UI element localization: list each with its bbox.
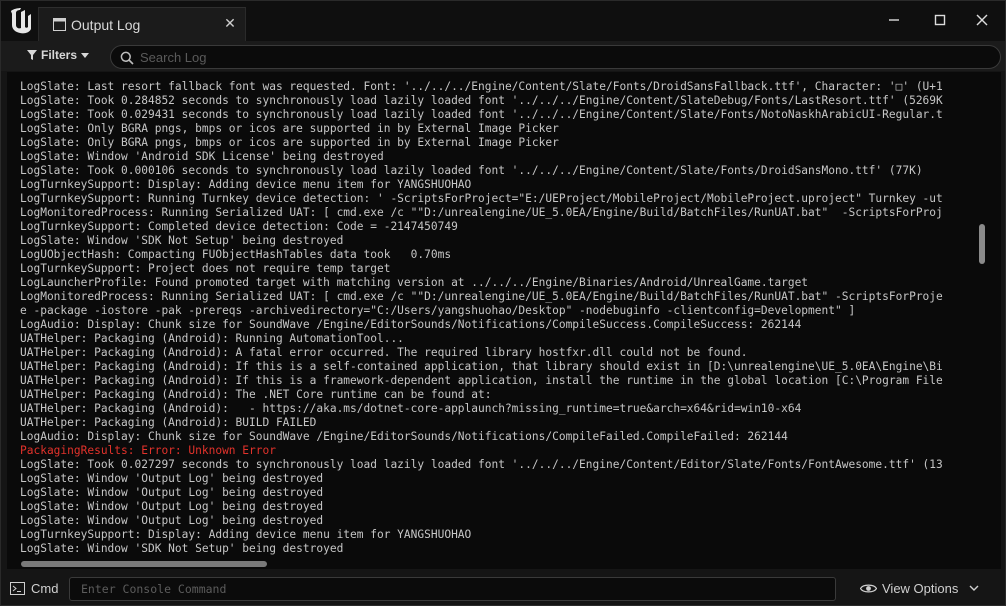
minimize-icon[interactable] [885,11,903,29]
log-line: LogTurnkeySupport: Display: Adding devic… [20,178,472,191]
log-line: UATHelper: Packaging (Android): BUILD FA… [20,416,317,429]
log-line: LogSlate: Window 'Output Log' being dest… [20,472,324,485]
chevron-down-icon [969,585,979,591]
log-line: LogTurnkeySupport: Display: Adding devic… [20,528,472,541]
filter-icon [27,50,37,60]
log-line: LogLauncherProfile: Found promoted targe… [20,276,809,289]
console-bar: Cmd View Options [1,572,1005,605]
log-line: UATHelper: Packaging (Android): The .NET… [20,388,492,401]
log-line: LogTurnkeySupport: Running Turnkey devic… [20,192,943,205]
log-line: LogSlate: Only BGRA pngs, bmps or icos a… [20,122,559,135]
log-line: LogSlate: Took 0.000106 seconds to synch… [20,164,923,177]
log-line: LogSlate: Took 0.284852 seconds to synch… [20,94,943,107]
log-line: e -package -iostore -pak -prereqs -archi… [20,304,856,317]
log-line: LogSlate: Only BGRA pngs, bmps or icos a… [20,136,559,149]
output-log-icon [53,18,66,31]
cmd-label: Cmd [31,580,59,596]
search-icon [120,51,134,65]
search-input[interactable] [140,48,980,66]
output-log-window: Output Log ✕ Filters Search Log LogSlate… [0,0,1006,606]
log-output[interactable]: LogSlate: Last resort fallback font was … [7,72,1001,569]
eye-icon [860,584,877,592]
log-line: LogSlate: Took 0.027297 seconds to synch… [20,458,943,471]
terminal-icon [10,581,25,595]
filters-label: Filters [41,48,78,62]
horizontal-scrollbar[interactable] [21,561,267,567]
log-line: LogAudio: Display: Chunk size for SoundW… [20,430,788,443]
view-options-button[interactable]: View Options [860,579,979,597]
vertical-scrollbar[interactable] [979,224,985,264]
log-line: UATHelper: Packaging (Android): A fatal … [20,346,748,359]
log-line: UATHelper: Packaging (Android): If this … [20,374,943,387]
view-options-label: View Options [882,580,959,596]
close-icon[interactable] [973,11,991,29]
log-line: LogSlate: Window 'SDK Not Setup' being d… [20,234,344,247]
log-line: LogAudio: Display: Chunk size for SoundW… [20,318,802,331]
toolbar: Filters [1,41,1005,71]
console-command-input[interactable] [81,580,821,598]
log-line: UATHelper: Packaging (Android): - https:… [20,402,802,415]
filters-button[interactable]: Filters [23,45,93,65]
tab-title: Output Log [71,17,141,33]
log-line: LogSlate: Window 'Output Log' being dest… [20,500,324,513]
log-line: UATHelper: Packaging (Android): If this … [20,360,943,373]
log-line: LogSlate: Window 'SDK Not Setup' being d… [20,542,344,555]
title-bar: Output Log ✕ [1,1,1005,41]
log-line: LogMonitoredProcess: Running Serialized … [20,206,943,219]
log-lines: LogSlate: Last resort fallback font was … [20,80,1001,556]
close-icon[interactable]: ✕ [223,17,237,31]
log-line: LogSlate: Took 0.029431 seconds to synch… [20,108,943,121]
log-line: LogSlate: Window 'Android SDK License' b… [20,150,384,163]
search-box [110,45,1001,69]
log-line: LogTurnkeySupport: Project does not requ… [20,262,391,275]
log-line: LogSlate: Last resort fallback font was … [20,80,943,93]
unreal-logo-icon [11,8,31,34]
log-line: UATHelper: Packaging (Android): Running … [20,332,404,345]
console-command-box [69,577,836,601]
log-line: LogMonitoredProcess: Running Serialized … [20,290,943,303]
log-line: LogTurnkeySupport: Completed device dete… [20,220,458,233]
log-line: LogSlate: Window 'Output Log' being dest… [20,514,324,527]
chevron-down-icon [81,52,90,58]
tab-output-log[interactable]: Output Log ✕ [38,7,246,41]
log-line-error: PackagingResults: Error: Unknown Error [20,444,276,457]
maximize-icon[interactable] [931,11,949,29]
log-line: LogUObjectHash: Compacting FUObjectHashT… [20,248,452,261]
cmd-button[interactable]: Cmd [10,579,58,597]
log-line: LogSlate: Window 'Output Log' being dest… [20,486,324,499]
